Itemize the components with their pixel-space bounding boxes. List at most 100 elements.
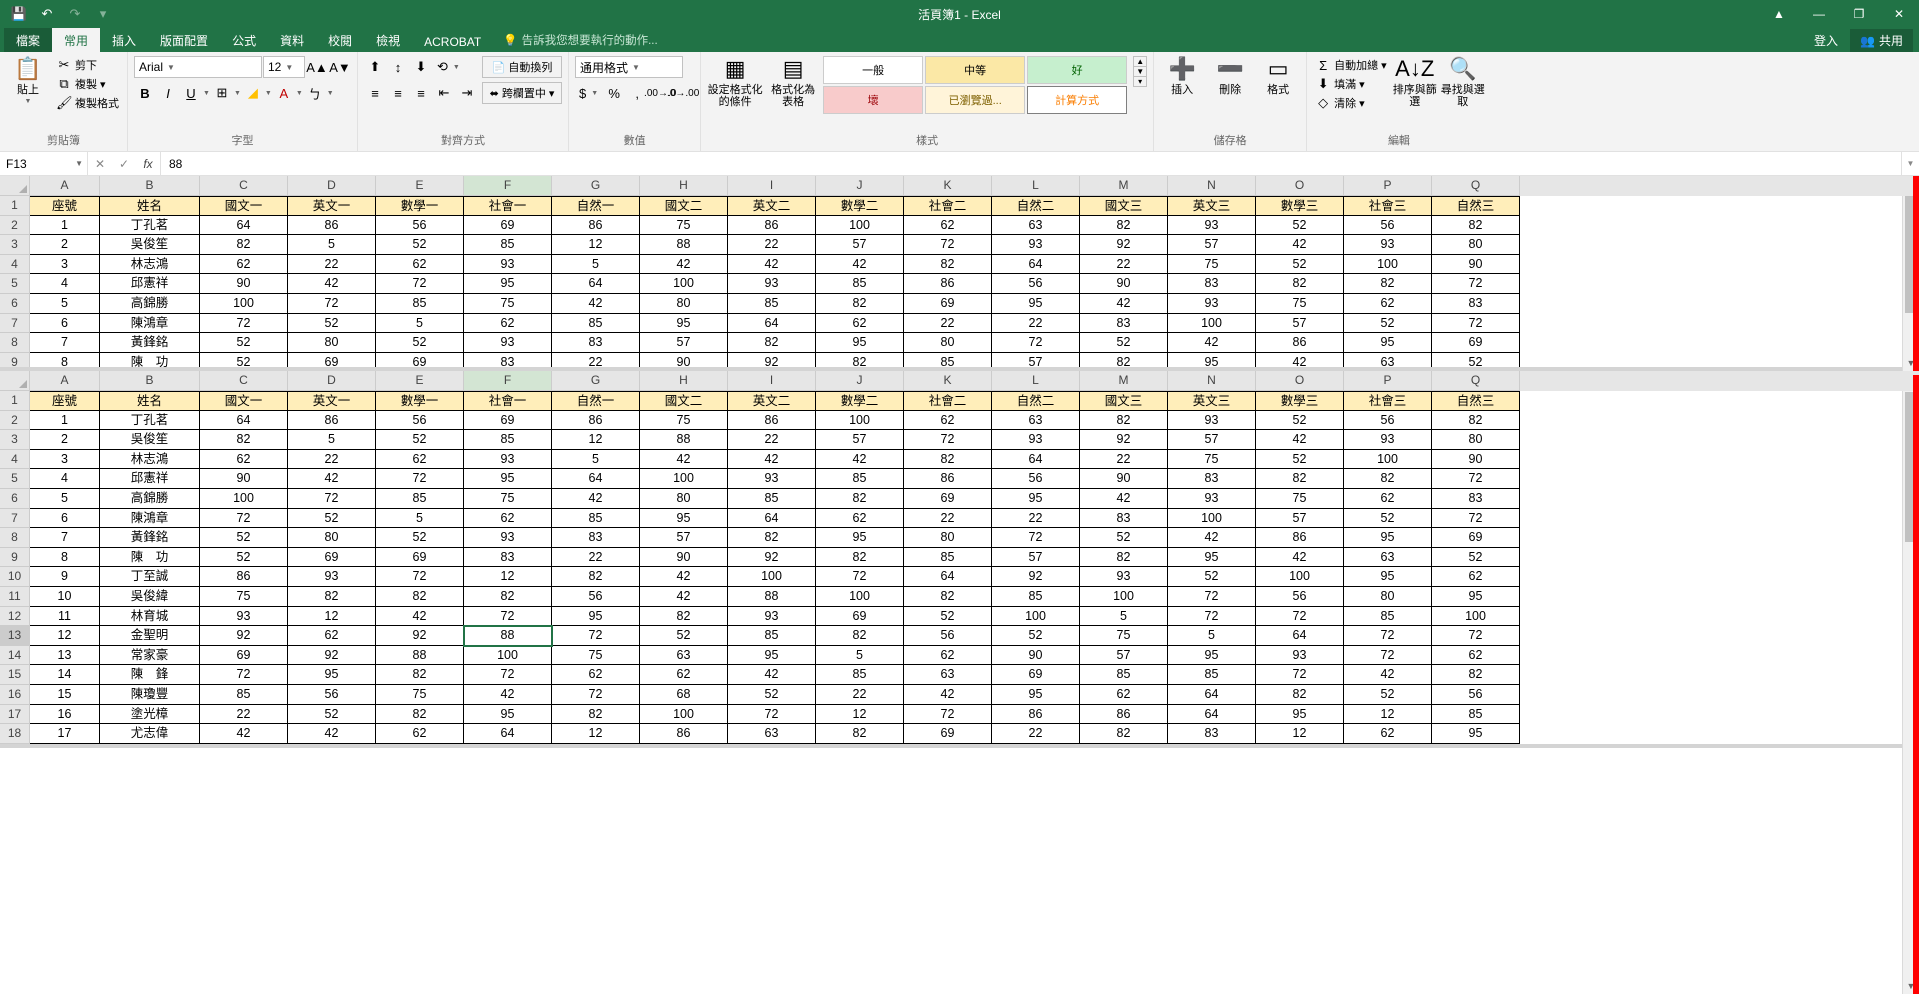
cell[interactable]: 64	[200, 216, 288, 236]
cell[interactable]: 56	[1432, 685, 1520, 705]
cell[interactable]: 83	[464, 353, 552, 371]
cell[interactable]: 86	[288, 216, 376, 236]
cell[interactable]: 42	[728, 450, 816, 470]
cell[interactable]: 80	[1344, 587, 1432, 607]
phonetic-button[interactable]: ㄅ	[304, 82, 326, 104]
column-header[interactable]: H	[640, 176, 728, 196]
cell[interactable]: 62	[1432, 567, 1520, 587]
cell[interactable]: 52	[1344, 509, 1432, 529]
cell[interactable]: 83	[552, 528, 640, 548]
cell[interactable]: 92	[992, 567, 1080, 587]
cell[interactable]: 社會一	[464, 196, 552, 216]
cell[interactable]: 93	[1168, 489, 1256, 509]
cell[interactable]: 42	[1344, 665, 1432, 685]
cell[interactable]: 62	[1432, 646, 1520, 666]
cell[interactable]: 95	[1432, 587, 1520, 607]
fill-button[interactable]: ⬇填滿 ▾	[1313, 75, 1389, 93]
cell[interactable]: 82	[816, 294, 904, 314]
cell[interactable]: 64	[552, 274, 640, 294]
cut-button[interactable]: ✂剪下	[54, 56, 121, 74]
cell[interactable]: 12	[816, 705, 904, 725]
cell[interactable]: 22	[288, 450, 376, 470]
cell[interactable]: 72	[992, 333, 1080, 353]
cell[interactable]: 72	[288, 294, 376, 314]
cell[interactable]: 85	[728, 294, 816, 314]
cell[interactable]: 62	[816, 314, 904, 334]
cell[interactable]: 吳俊笙	[100, 430, 200, 450]
paste-button[interactable]: 📋 貼上 ▼	[6, 56, 50, 105]
align-bottom-icon[interactable]: ⬇	[410, 56, 432, 78]
cell[interactable]: 72	[552, 685, 640, 705]
cell[interactable]: 92	[1080, 235, 1168, 255]
style-bad[interactable]: 壞	[823, 86, 923, 114]
cell[interactable]: 42	[1168, 528, 1256, 548]
cell[interactable]: 95	[1168, 548, 1256, 568]
column-header[interactable]: M	[1080, 371, 1168, 391]
cell[interactable]: 62	[1344, 294, 1432, 314]
cell[interactable]: 72	[376, 469, 464, 489]
cell[interactable]: 22	[904, 509, 992, 529]
cell[interactable]: 86	[904, 469, 992, 489]
cell[interactable]: 72	[1256, 665, 1344, 685]
cell[interactable]: 5	[288, 430, 376, 450]
cell[interactable]: 93	[728, 607, 816, 627]
cell[interactable]: 自然一	[552, 196, 640, 216]
cell[interactable]: 82	[552, 567, 640, 587]
cell[interactable]: 95	[464, 469, 552, 489]
cell[interactable]: 12	[464, 567, 552, 587]
insert-function-icon[interactable]: fx	[136, 157, 160, 171]
cell[interactable]: 64	[728, 509, 816, 529]
cell[interactable]: 57	[1168, 235, 1256, 255]
cell[interactable]: 吳俊緯	[100, 587, 200, 607]
cell[interactable]: 22	[728, 430, 816, 450]
italic-button[interactable]: I	[157, 82, 179, 104]
cell[interactable]: 64	[1168, 705, 1256, 725]
row-header[interactable]: 6	[0, 489, 30, 509]
cell[interactable]: 82	[816, 489, 904, 509]
cell[interactable]: 52	[376, 430, 464, 450]
cell[interactable]: 80	[904, 333, 992, 353]
cell[interactable]: 姓名	[100, 391, 200, 411]
row-header[interactable]: 4	[0, 255, 30, 275]
cell[interactable]: 69	[288, 548, 376, 568]
cell[interactable]: 85	[904, 548, 992, 568]
cell[interactable]: 42	[728, 665, 816, 685]
cell[interactable]: 90	[200, 469, 288, 489]
increase-indent-icon[interactable]: ⇥	[456, 82, 478, 104]
cell[interactable]: 52	[904, 607, 992, 627]
gallery-up-icon[interactable]: ▲	[1134, 57, 1146, 67]
cell[interactable]: 4	[30, 274, 100, 294]
cell[interactable]: 72	[1344, 646, 1432, 666]
cell[interactable]: 93	[1344, 235, 1432, 255]
cell[interactable]: 85	[552, 509, 640, 529]
insert-cells-button[interactable]: ➕插入	[1160, 56, 1204, 96]
cell[interactable]: 17	[30, 724, 100, 744]
cell[interactable]: 93	[1344, 430, 1432, 450]
cell[interactable]: 86	[728, 216, 816, 236]
row-header[interactable]: 13	[0, 626, 30, 646]
cell[interactable]: 1	[30, 411, 100, 431]
name-box[interactable]: F13▼	[0, 152, 88, 175]
column-header[interactable]: G	[552, 371, 640, 391]
column-header[interactable]: Q	[1432, 176, 1520, 196]
cell[interactable]: 丁孔茗	[100, 411, 200, 431]
cell[interactable]: 56	[552, 587, 640, 607]
column-header[interactable]: K	[904, 371, 992, 391]
cell[interactable]: 64	[552, 469, 640, 489]
cell[interactable]: 93	[464, 450, 552, 470]
cell[interactable]: 100	[640, 469, 728, 489]
cell[interactable]: 邱憲祥	[100, 274, 200, 294]
format-as-table-button[interactable]: ▤格式化為表格	[767, 56, 819, 108]
formula-bar-expand-icon[interactable]: ▼	[1901, 152, 1919, 175]
cell[interactable]: 93	[464, 255, 552, 275]
cell[interactable]: 國文一	[200, 391, 288, 411]
cell[interactable]: 72	[1432, 626, 1520, 646]
cell[interactable]: 12	[552, 724, 640, 744]
cell[interactable]: 數學三	[1256, 196, 1344, 216]
row-header[interactable]: 1	[0, 196, 30, 216]
cell[interactable]: 52	[1256, 216, 1344, 236]
tab-acrobat[interactable]: ACROBAT	[412, 31, 493, 52]
cell[interactable]: 85	[728, 489, 816, 509]
cell[interactable]: 57	[1168, 430, 1256, 450]
cell[interactable]: 國文二	[640, 196, 728, 216]
